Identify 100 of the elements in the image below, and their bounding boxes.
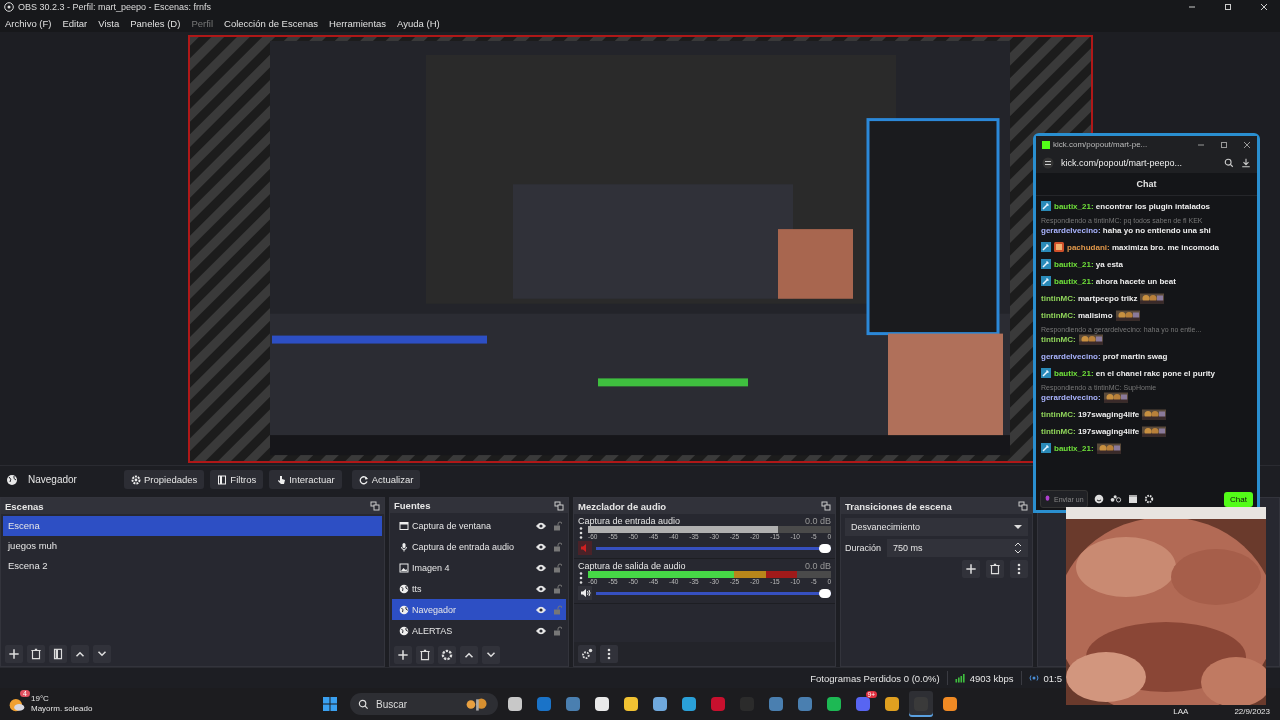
menu-item[interactable]: Editar (62, 17, 88, 29)
more-icon[interactable] (578, 526, 584, 541)
spinner-icon[interactable] (1014, 542, 1022, 555)
search-field[interactable]: Buscar (350, 693, 498, 715)
more-icon[interactable] (578, 571, 584, 586)
broadcast-icon (1028, 673, 1039, 684)
menu-item[interactable]: Paneles (D) (130, 17, 181, 29)
chat-message: tintinMC: malisimo (1041, 310, 1113, 320)
maximize-icon[interactable] (1219, 139, 1229, 150)
chat-message: bautix_21: ahora hacete un beat (1054, 276, 1176, 286)
gear-icon[interactable] (578, 645, 596, 664)
add-icon[interactable] (394, 645, 412, 664)
close-icon[interactable] (1259, 2, 1269, 13)
settings-icon[interactable] (1144, 494, 1154, 504)
menu-item[interactable]: Herramientas (329, 17, 387, 29)
add-icon[interactable] (5, 645, 23, 664)
eye-icon[interactable] (536, 604, 546, 615)
undock-icon[interactable] (1018, 501, 1028, 512)
undock-icon[interactable] (554, 500, 564, 511)
start-icon[interactable] (322, 696, 338, 712)
db-reading: 0.0 dB (804, 561, 831, 572)
temperature: 19°C (31, 694, 50, 704)
lock-icon[interactable] (552, 520, 562, 531)
chevron-down-icon[interactable] (482, 645, 500, 664)
globe-icon (399, 625, 409, 636)
trash-icon[interactable] (986, 560, 1004, 579)
clock-date[interactable]: 22/9/2023 (1234, 706, 1270, 716)
slider-thumb[interactable] (819, 588, 831, 598)
source-item[interactable]: Navegador (392, 599, 566, 621)
transition-dropdown[interactable]: Desvanecimiento (845, 518, 1028, 537)
trash-icon[interactable] (416, 645, 434, 664)
close-icon[interactable] (1242, 139, 1252, 150)
source-item[interactable]: Captura de ventana (392, 515, 566, 537)
search-icon[interactable] (1224, 158, 1234, 168)
menu-item[interactable]: Ayuda (H) (397, 17, 440, 29)
more-icon[interactable] (1010, 560, 1028, 579)
chat-message: bautix_21: encontrar los plugin intalados (1054, 201, 1211, 211)
globe-icon (399, 583, 409, 594)
people-icon[interactable] (1110, 493, 1122, 505)
source-name: ALERTAS (412, 625, 454, 636)
tab-title: kick.com/popout/mart-pe... (1053, 140, 1149, 149)
toolbar-button[interactable]: Interactuar (269, 470, 342, 490)
chat-heading: Chat (1036, 173, 1257, 196)
chevron-up-icon[interactable] (71, 645, 89, 664)
scene-item[interactable]: Escena 2 (3, 556, 382, 577)
window-icon (399, 520, 409, 531)
menu-item[interactable]: Colección de Escenas (224, 17, 319, 29)
download-icon[interactable] (1241, 158, 1251, 168)
chat-message: tintinMC: martpeepo trikz (1041, 293, 1138, 303)
toolbar-button[interactable]: Propiedades (124, 470, 205, 490)
stream-time: 01:5 (1043, 672, 1062, 684)
lock-icon[interactable] (552, 625, 562, 636)
dock-title: Transiciones de escena (845, 500, 952, 512)
lock-icon[interactable] (552, 583, 562, 594)
eye-icon[interactable] (536, 562, 546, 573)
source-item[interactable]: ALERTAS (392, 620, 566, 642)
source-item[interactable]: Captura de entrada audio (392, 536, 566, 558)
toolbar-button[interactable]: Filtros (210, 470, 264, 490)
gear-icon[interactable] (438, 645, 456, 664)
speaker-icon[interactable] (578, 586, 592, 601)
slider-thumb[interactable] (819, 543, 831, 553)
eye-icon[interactable] (536, 625, 546, 636)
scene-item[interactable]: juegos muh (3, 536, 382, 557)
source-name: Captura de ventana (412, 520, 493, 531)
chat-message: tintinMC: 197swaging4life (1041, 409, 1140, 419)
hand-icon (276, 474, 287, 485)
bitrate: 4903 kbps (969, 672, 1014, 684)
eye-icon[interactable] (536, 541, 546, 552)
maximize-icon[interactable] (1223, 2, 1233, 13)
chevron-down-icon[interactable] (93, 645, 111, 664)
source-item[interactable]: Imagen 4 (392, 557, 566, 579)
menu-item[interactable]: Vista (98, 17, 120, 29)
duration-spinbox[interactable]: 750 ms (887, 539, 1028, 558)
window-title: OBS 30.2.3 - Perfil: mart_peepo - Escenas: frnfs (18, 2, 212, 13)
source-item[interactable]: tts (392, 578, 566, 600)
lock-icon[interactable] (552, 541, 562, 552)
channel-name: Captura de entrada audio (578, 516, 681, 527)
filter-icon (217, 474, 228, 485)
chat-send-button[interactable]: Chat (1224, 491, 1253, 507)
site-settings-icon[interactable] (1042, 157, 1054, 169)
kick-logo-icon (1042, 140, 1050, 149)
emoji-icon[interactable] (1094, 494, 1104, 504)
undock-icon[interactable] (821, 501, 831, 512)
store-icon[interactable] (1128, 494, 1138, 504)
eye-icon[interactable] (536, 520, 546, 531)
toolbar-button[interactable]: Actualizar (351, 470, 421, 490)
lock-icon[interactable] (552, 562, 562, 573)
filter-icon[interactable] (49, 645, 67, 664)
trash-icon[interactable] (27, 645, 45, 664)
add-icon[interactable] (962, 560, 980, 579)
menu-item[interactable]: Archivo (F) (5, 17, 52, 29)
chat-message: bautix_21: (1054, 443, 1094, 453)
chevron-up-icon[interactable] (460, 645, 478, 664)
more-icon[interactable] (600, 645, 618, 664)
channel-name: Captura de salida de audio (578, 561, 686, 572)
source-name: Navegador (28, 474, 78, 486)
scene-item[interactable]: Escena (3, 516, 382, 537)
undock-icon[interactable] (370, 501, 380, 512)
eye-icon[interactable] (536, 583, 546, 594)
keyboard-layout[interactable]: LAA (1173, 706, 1189, 716)
